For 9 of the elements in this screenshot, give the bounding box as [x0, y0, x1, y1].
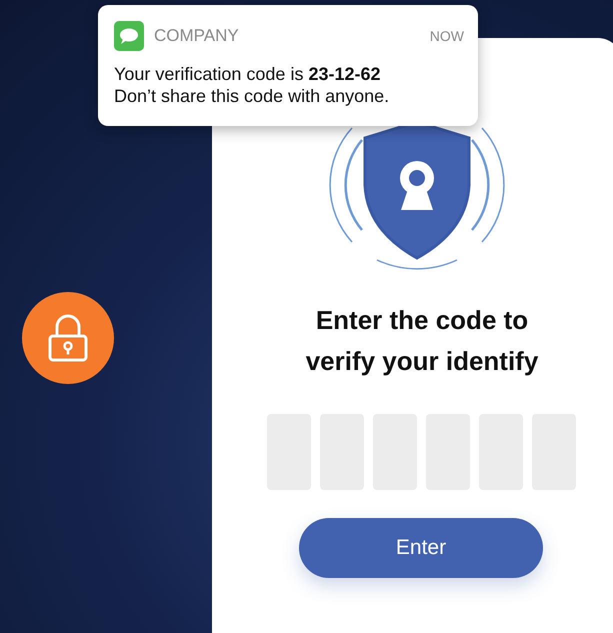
notification-message: Your verification code is 23-12-62: [114, 63, 382, 85]
notification-card[interactable]: COMPANY NOW Your verification code is 23-12-62 Don’t share this code with anyone.: [98, 5, 478, 126]
notification-time: NOW: [430, 28, 464, 44]
app-name: COMPANY: [154, 26, 240, 46]
notification-note: Don’t share this code with anyone.: [114, 85, 390, 107]
message-app-icon: [114, 21, 144, 51]
padlock-icon: [47, 314, 89, 362]
enter-button[interactable]: Enter: [299, 518, 543, 578]
verify-heading: Enter the code to verify your identify: [304, 304, 540, 378]
